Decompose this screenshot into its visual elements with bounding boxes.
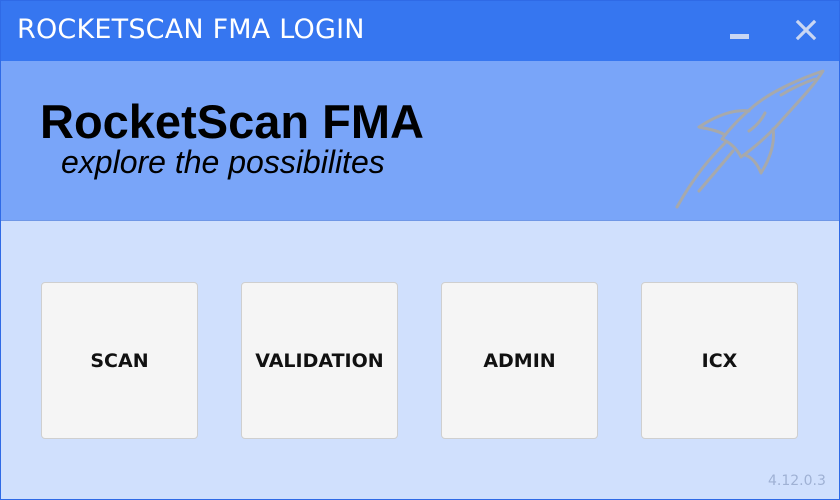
header-banner: RocketScan FMA explore the possibilites (1, 61, 839, 221)
icx-button-label: ICX (701, 349, 738, 372)
validation-button[interactable]: VALIDATION (241, 282, 398, 439)
login-window: ROCKETSCAN FMA LOGIN RocketScan FMA expl… (0, 0, 840, 500)
admin-button[interactable]: ADMIN (441, 282, 598, 439)
rocket-icon (675, 69, 825, 209)
validation-button-label: VALIDATION (255, 349, 384, 372)
minimize-icon (729, 33, 749, 39)
brand-tagline: explore the possibilites (61, 144, 385, 180)
version-label: 4.12.0.3 (768, 473, 826, 489)
minimize-button[interactable] (722, 13, 756, 47)
scan-button[interactable]: SCAN (41, 282, 198, 439)
title-bar[interactable]: ROCKETSCAN FMA LOGIN (1, 1, 839, 61)
brand-name: RocketScan FMA (40, 95, 424, 148)
icx-button[interactable]: ICX (641, 282, 798, 439)
admin-button-label: ADMIN (483, 349, 556, 372)
window-title: ROCKETSCAN FMA LOGIN (17, 14, 365, 45)
close-icon (795, 19, 817, 41)
scan-button-label: SCAN (90, 349, 149, 372)
close-button[interactable] (789, 13, 823, 47)
